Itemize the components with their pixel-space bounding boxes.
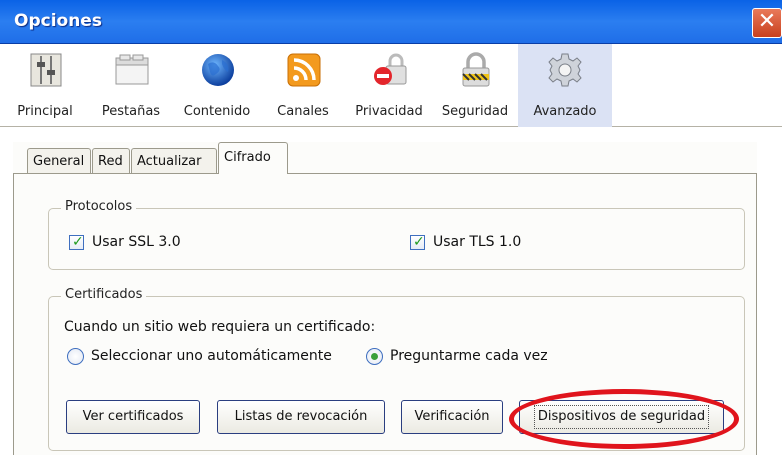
radio-label-auto: Seleccionar uno automáticamente [91, 348, 332, 364]
button-label: Verificación [414, 409, 490, 424]
checkmark-icon: ✓ [413, 234, 425, 250]
group-legend: Protocolos [61, 199, 137, 214]
toolbar-label: Privacidad [355, 104, 423, 119]
lock-no-entry-icon [374, 53, 407, 85]
toolbar-label: Pestañas [101, 104, 161, 119]
tab-label: General [33, 154, 85, 169]
tab-label: Cifrado [224, 150, 271, 165]
tab-label: Red [98, 154, 123, 169]
gear-icon [548, 53, 582, 87]
toolbar-item-pestanas[interactable]: Pestañas [88, 44, 174, 127]
toolbar-item-canales[interactable]: Canales [260, 44, 346, 127]
title-bar: Opciones ✕ [0, 0, 782, 44]
toolbar-label: Avanzado [533, 104, 597, 119]
tabs-window-icon [115, 54, 149, 85]
toolbar-item-contenido[interactable]: Contenido [174, 44, 260, 127]
toolbar-item-principal[interactable]: Principal [2, 44, 88, 127]
toolbar-label: Seguridad [441, 104, 509, 119]
ssl-checkbox[interactable]: ✓ [69, 234, 84, 250]
close-button[interactable]: ✕ [752, 8, 782, 38]
close-icon: ✕ [757, 9, 777, 34]
padlock-warning-icon [462, 52, 490, 87]
tab-general[interactable]: General [27, 148, 91, 174]
certificate-prompt: Cuando un sitio web requiera un certific… [64, 319, 376, 335]
group-legend: Certificados [61, 287, 147, 302]
switch-panel-icon [30, 53, 62, 87]
button-label: Listas de revocación [234, 409, 368, 424]
ssl-label: Usar SSL 3.0 [92, 234, 181, 250]
toolbar-label: Canales [277, 104, 329, 119]
toolbar-item-avanzado[interactable]: Avanzado [518, 44, 612, 127]
options-toolbar: Principal Pestañas Contenido Canales Pri… [0, 44, 782, 127]
rss-feed-icon [287, 53, 321, 87]
tab-actualizar[interactable]: Actualizar [131, 148, 217, 174]
toolbar-label: Principal [17, 104, 73, 119]
button-label: Ver certificados [82, 409, 184, 424]
checkmark-icon: ✓ [72, 234, 84, 250]
radio-label-ask: Preguntarme cada vez [390, 348, 548, 364]
tls-label: Usar TLS 1.0 [433, 234, 522, 250]
tab-cifrado[interactable]: Cifrado [218, 142, 288, 174]
radio-select-automatically[interactable] [67, 348, 84, 365]
tab-red[interactable]: Red [92, 148, 130, 174]
verification-button[interactable]: Verificación [401, 400, 503, 434]
tab-label: Actualizar [137, 154, 202, 169]
revocation-lists-button[interactable]: Listas de revocación [217, 400, 385, 434]
view-certificates-button[interactable]: Ver certificados [66, 400, 200, 434]
highlight-ellipse [509, 389, 739, 449]
window-title: Opciones [14, 11, 102, 31]
toolbar-label: Contenido [183, 104, 251, 119]
toolbar-item-seguridad[interactable]: Seguridad [432, 44, 518, 127]
globe-icon [202, 54, 234, 86]
radio-ask-every-time[interactable] [366, 348, 383, 365]
toolbar-item-privacidad[interactable]: Privacidad [346, 44, 432, 127]
tls-checkbox[interactable]: ✓ [410, 234, 425, 250]
